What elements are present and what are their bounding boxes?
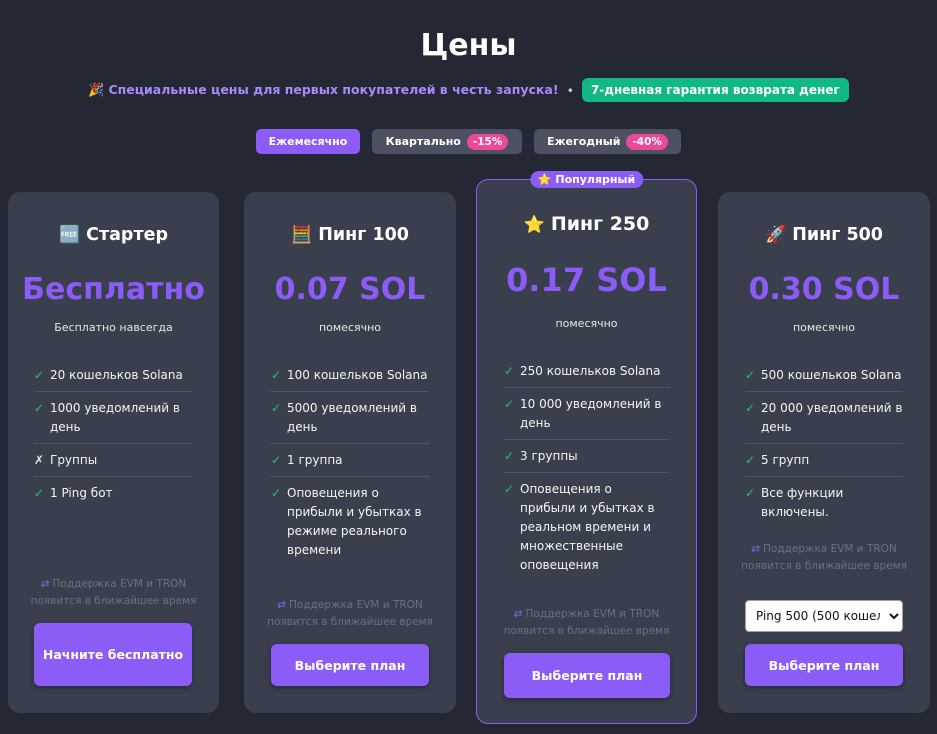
check-icon: ✓ bbox=[271, 486, 282, 500]
guarantee-badge: 7-дневная гарантия возврата денег bbox=[581, 78, 849, 102]
cross-icon: ✗ bbox=[34, 453, 45, 467]
feature-item: ✓ 1 Ping бот bbox=[34, 477, 192, 509]
check-icon: ✓ bbox=[271, 453, 282, 467]
feature-item: ✓ 10 000 уведомлений в день bbox=[504, 388, 670, 440]
check-icon: ✓ bbox=[745, 368, 756, 382]
check-icon: ✓ bbox=[504, 449, 515, 463]
exchange-icon: ⇄ bbox=[277, 599, 287, 611]
plan-card-ping-500: 🚀 Пинг 500 0.30 SOL помесячно ✓ 500 кошель… bbox=[718, 192, 930, 713]
billing-toggle: Ежемесячно Квартально -15% Ежегодный -40% bbox=[0, 129, 937, 154]
quarterly-discount-badge: -15% bbox=[466, 133, 509, 150]
check-icon: ✓ bbox=[504, 364, 515, 378]
free-icon: 🆓 bbox=[58, 225, 81, 245]
choose-plan-button[interactable]: Выберите план bbox=[271, 644, 429, 686]
choose-plan-button[interactable]: Выберите план bbox=[745, 644, 903, 686]
feature-item: ✓ 100 кошельков Solana bbox=[271, 359, 429, 392]
check-icon: ✓ bbox=[745, 401, 756, 415]
star-icon: ⭐ bbox=[523, 215, 545, 235]
plan-card-starter: 🆓 Стартер Бесплатно Бесплатно навсегда ✓ 2… bbox=[8, 192, 219, 713]
plan-name: 🧮 Пинг 100 bbox=[291, 225, 409, 245]
plan-price: 0.17 SOL bbox=[506, 261, 667, 299]
billing-monthly-label: Ежемесячно bbox=[268, 135, 348, 148]
feature-item: ✓ 3 группы bbox=[504, 440, 670, 473]
plan-name: 🚀 Пинг 500 bbox=[765, 225, 883, 245]
check-icon: ✓ bbox=[745, 486, 756, 500]
support-note: ⇄ Поддержка EVM и TRON появится в ближайше… bbox=[503, 608, 670, 637]
plan-price: 0.07 SOL bbox=[274, 272, 426, 307]
plan-card-ping-100: 🧮 Пинг 100 0.07 SOL помесячно ✓ 100 кошель… bbox=[244, 192, 456, 713]
feature-item: ✓ 20 000 уведомлений в день bbox=[745, 392, 903, 444]
exchange-icon: ⇄ bbox=[513, 608, 523, 620]
promo-row: 🎉 Специальные цены для первых покупателей… bbox=[0, 78, 937, 102]
check-icon: ✓ bbox=[34, 368, 45, 382]
plan-price: 0.30 SOL bbox=[748, 272, 900, 307]
plan-name: ⭐ Пинг 250 bbox=[523, 213, 650, 235]
exchange-icon: ⇄ bbox=[40, 578, 50, 590]
feature-item: ✓ 500 кошельков Solana bbox=[745, 359, 903, 392]
promo-separator: • bbox=[566, 82, 574, 98]
feature-item: ✓ Все функции включены. bbox=[745, 486, 844, 519]
check-icon: ✓ bbox=[34, 401, 45, 415]
promo-banner: 🎉 Специальные цены для первых покупателей… bbox=[88, 82, 558, 98]
plan-period: помесячно bbox=[318, 321, 382, 334]
check-icon: ✓ bbox=[504, 482, 515, 496]
feature-item: ✓ 1000 уведомлений в день bbox=[34, 392, 192, 444]
billing-yearly-button[interactable]: Ежегодный -40% bbox=[534, 129, 681, 154]
check-icon: ✓ bbox=[504, 397, 515, 411]
feature-item: ✓ Оповещения о прибыли и убытках в режиме… bbox=[271, 486, 422, 557]
feature-item: ✓ 5000 уведомлений в день bbox=[271, 392, 429, 444]
feature-list: ✓ 20 кошельков Solana ✓ 1000 уведомлений в… bbox=[34, 359, 192, 509]
billing-quarterly-label: Квартально bbox=[385, 135, 461, 148]
plan-period: Бесплатно навсегда bbox=[54, 321, 173, 334]
check-icon: ✓ bbox=[745, 453, 756, 467]
plan-size-select[interactable]: Ping 500 (500 кошелы bbox=[745, 600, 903, 632]
feature-item: ✓ 5 групп bbox=[745, 444, 903, 477]
promo-text: Специальные цены для первых покупателей … bbox=[108, 82, 559, 97]
check-icon: ✓ bbox=[34, 486, 45, 500]
feature-item: ✓ 250 кошельков Solana bbox=[504, 355, 670, 388]
billing-yearly-label: Ежегодный bbox=[547, 135, 621, 148]
plan-period: помесячно bbox=[792, 321, 856, 334]
plan-period: помесячно bbox=[555, 317, 618, 330]
page-title: Цены bbox=[420, 28, 517, 63]
plan-name: 🆓 Стартер bbox=[58, 225, 169, 245]
feature-item: ✓ Оповещения о прибыли и убытках в реальн… bbox=[504, 482, 655, 572]
support-note: ⇄ Поддержка EVM и TRON появится в ближайше… bbox=[267, 599, 433, 628]
billing-quarterly-button[interactable]: Квартально -15% bbox=[372, 129, 522, 154]
feature-list: ✓ 250 кошельков Solana ✓ 10 000 уведомлени… bbox=[504, 355, 670, 581]
feature-list: ✓ 100 кошельков Solana ✓ 5000 уведомлений … bbox=[271, 359, 429, 566]
abacus-icon: 🧮 bbox=[291, 225, 313, 245]
check-icon: ✓ bbox=[271, 401, 282, 415]
feature-item: ✓ 20 кошельков Solana bbox=[34, 359, 192, 392]
billing-monthly-button[interactable]: Ежемесячно bbox=[256, 129, 360, 154]
plan-price: Бесплатно bbox=[22, 272, 205, 307]
exchange-icon: ⇄ bbox=[751, 543, 761, 555]
feature-list: ✓ 500 кошельков Solana ✓ 20 000 уведомлени… bbox=[745, 359, 903, 528]
feature-item: ✓ 1 группа bbox=[271, 444, 429, 477]
choose-plan-button[interactable]: Выберите план bbox=[504, 653, 670, 698]
check-icon: ✓ bbox=[271, 368, 282, 382]
start-free-button[interactable]: Начните бесплатно bbox=[34, 623, 192, 686]
party-icon: 🎉 bbox=[88, 83, 105, 98]
feature-item: ✗ Группы bbox=[34, 444, 192, 477]
support-note: ⇄ Поддержка EVM и TRON появится в ближайше… bbox=[741, 543, 907, 572]
yearly-discount-badge: -40% bbox=[626, 133, 668, 150]
support-note: ⇄ Поддержка EVM и TRON появится в ближайше… bbox=[30, 578, 197, 607]
rocket-icon: 🚀 bbox=[765, 225, 787, 245]
plan-card-ping-250: ⭐ Популярный ⭐ Пинг 250 0.17 SOL помесячн… bbox=[476, 171, 697, 724]
popular-badge: ⭐ Популярный bbox=[529, 171, 644, 188]
